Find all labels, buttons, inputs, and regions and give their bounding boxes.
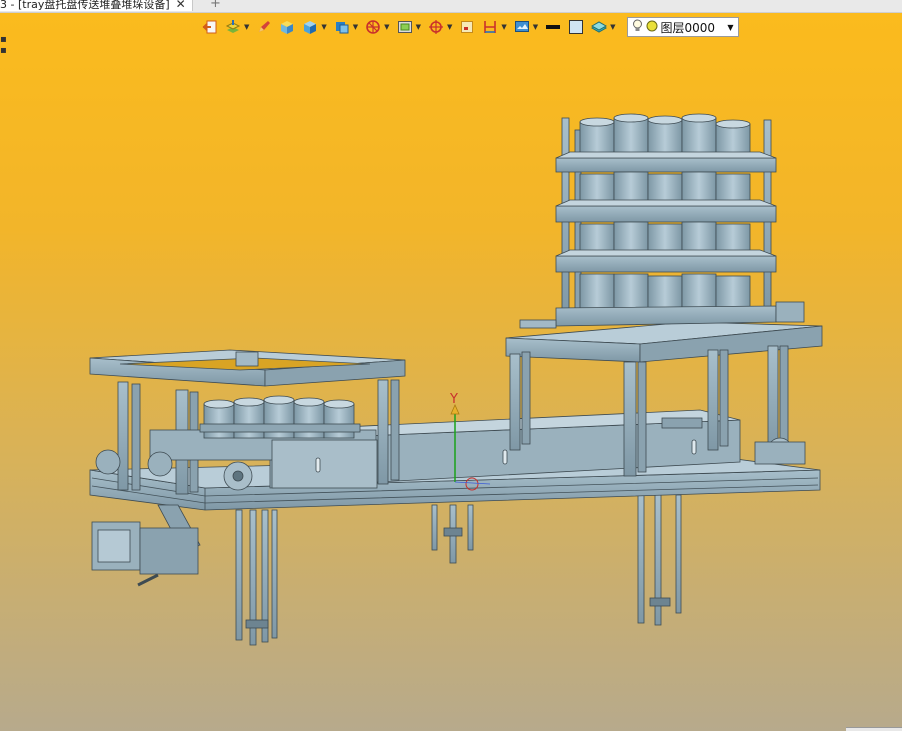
left-tray-stack — [199, 395, 361, 439]
right-tray-stack-tower — [519, 113, 805, 329]
axis-y-label: Y — [449, 392, 458, 407]
status-corner — [846, 727, 902, 731]
support-legs — [235, 494, 682, 646]
cad-model-render[interactable]: Y — [0, 0, 902, 731]
